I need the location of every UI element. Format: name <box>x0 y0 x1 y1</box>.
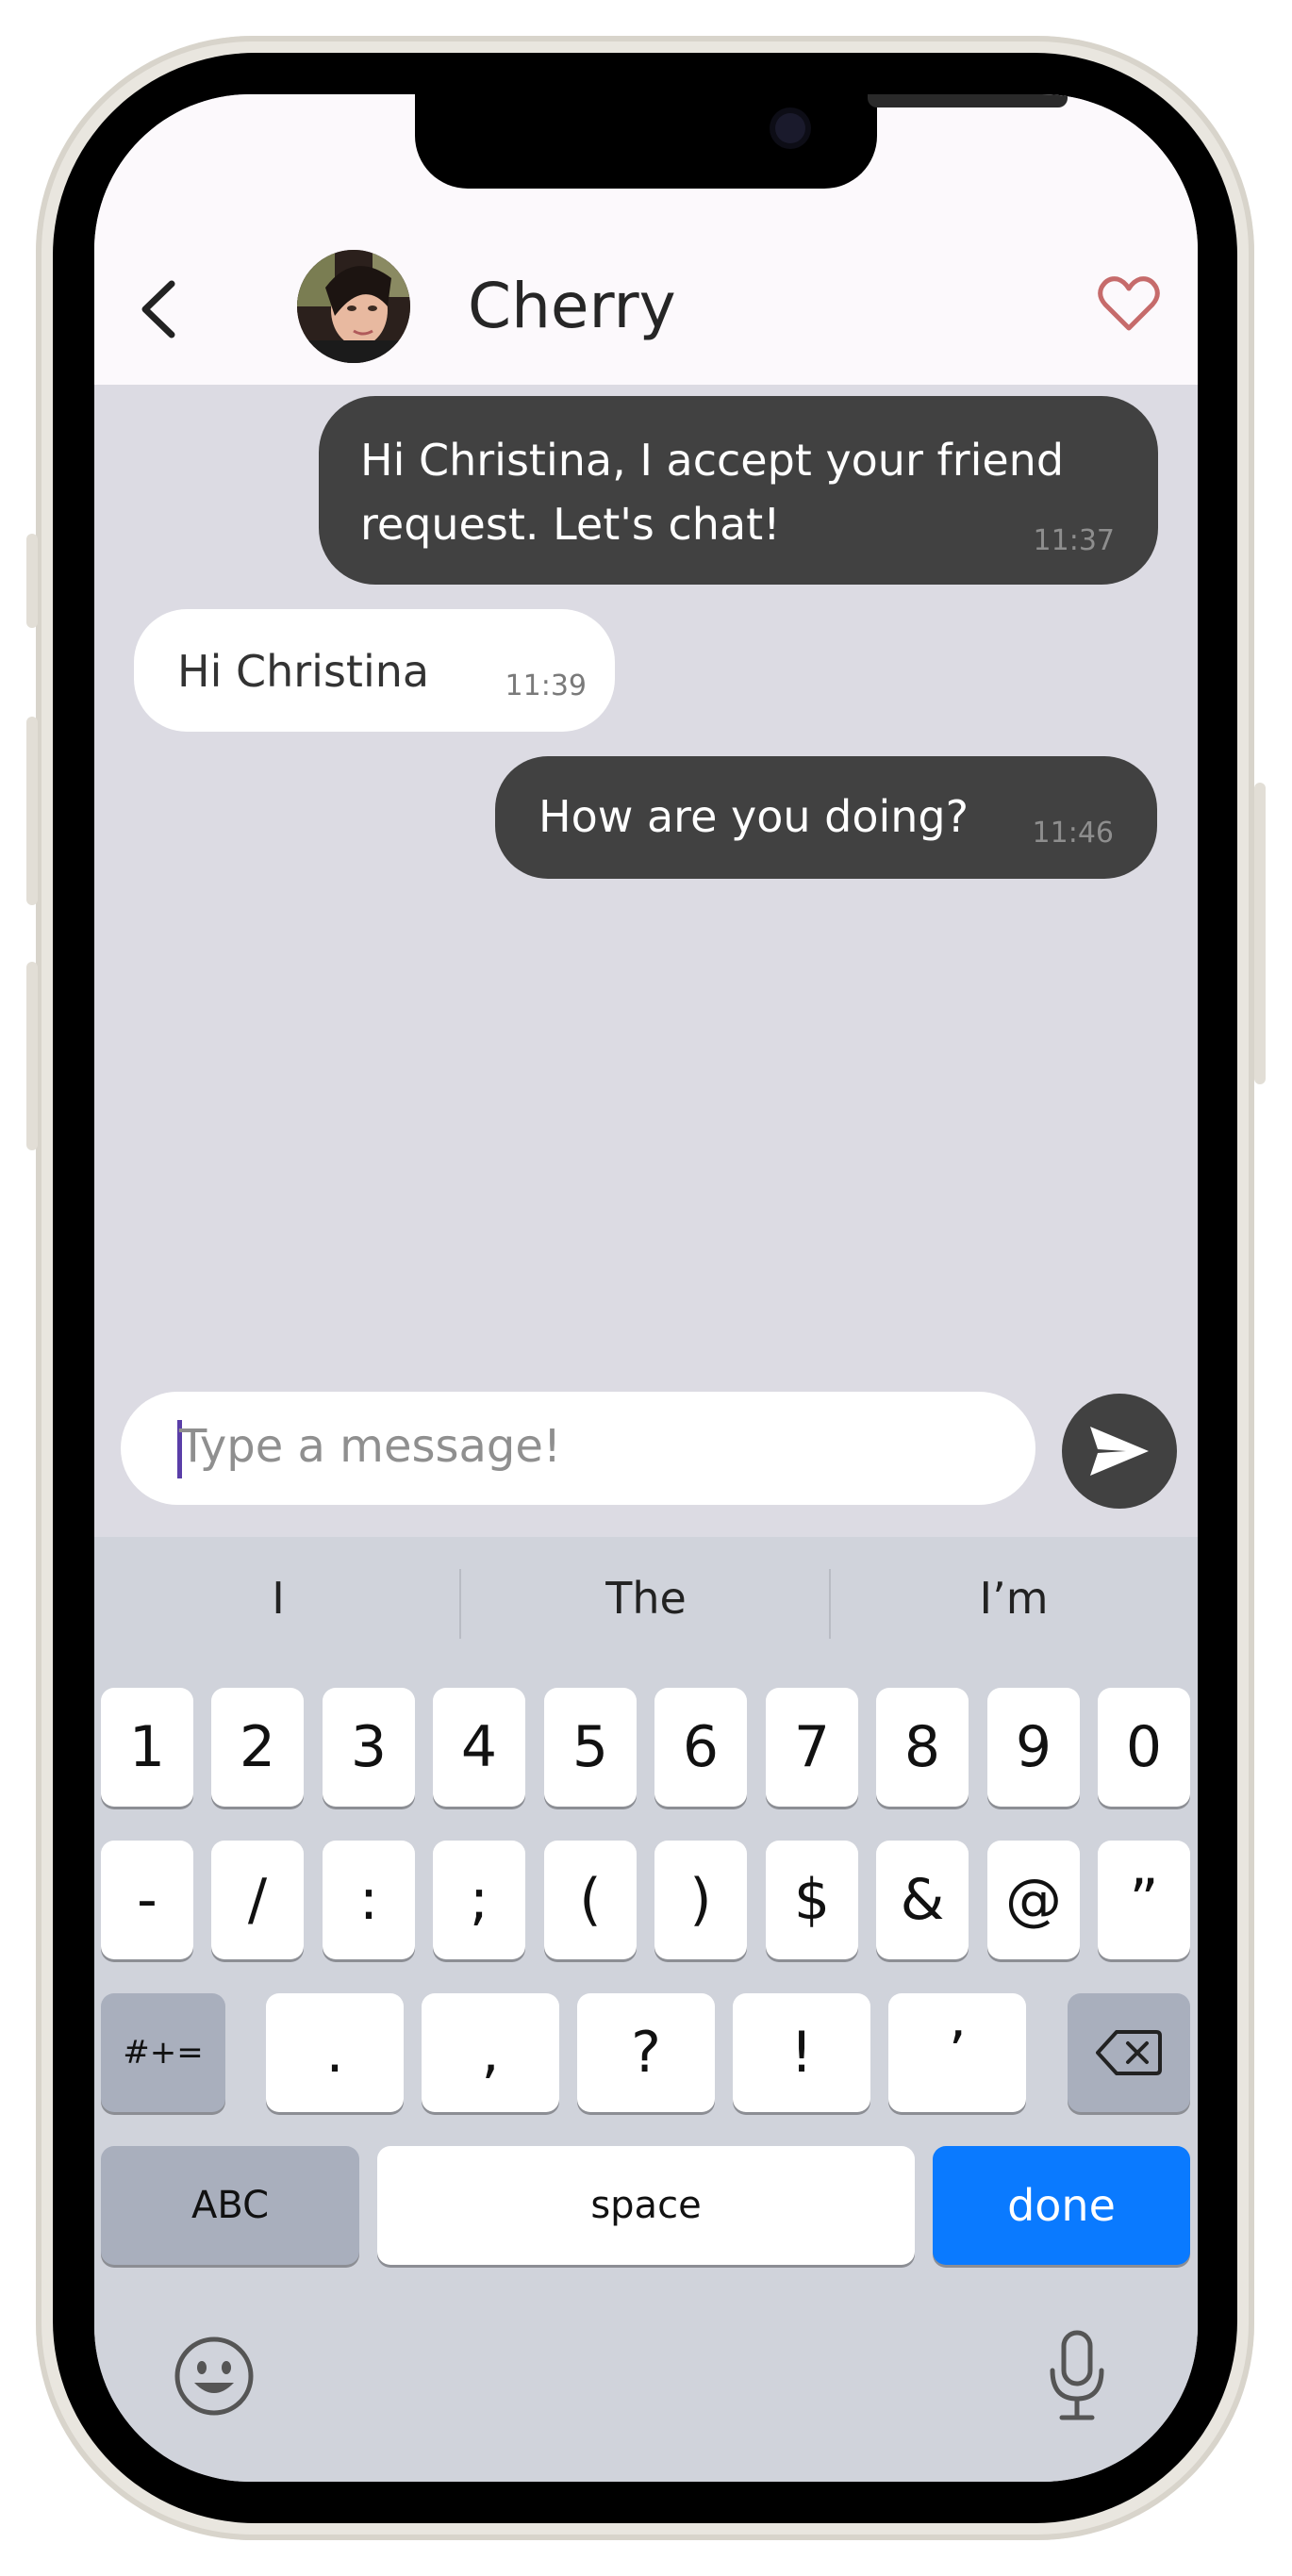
key[interactable]: , <box>422 1993 559 2112</box>
key[interactable]: ” <box>1098 1841 1190 1959</box>
message-input[interactable]: Type a message! <box>121 1392 1035 1505</box>
phone-screen: Cherry Hi Christina, I accept your frien… <box>94 94 1198 2482</box>
avatar[interactable] <box>297 250 410 363</box>
key[interactable]: 1 <box>101 1688 193 1807</box>
key[interactable]: 3 <box>323 1688 415 1807</box>
phone-volume-up-button <box>26 717 38 905</box>
emoji-button[interactable] <box>172 2334 257 2419</box>
key[interactable]: ( <box>544 1841 637 1959</box>
delete-key[interactable] <box>1068 1993 1190 2112</box>
send-button[interactable] <box>1062 1394 1177 1509</box>
phone-volume-down-button <box>26 962 38 1150</box>
symbols-toggle-key[interactable]: #+= <box>101 1993 225 2112</box>
message-text: request. Let's chat! <box>360 499 781 550</box>
suggestion-item[interactable]: I’m <box>830 1556 1198 1641</box>
chevron-left-icon <box>141 280 175 339</box>
done-key[interactable]: done <box>933 2146 1190 2265</box>
send-arrow-icon <box>1090 1427 1149 1476</box>
key[interactable]: ’ <box>888 1993 1026 2112</box>
key[interactable]: . <box>266 1993 404 2112</box>
back-button[interactable] <box>132 272 185 347</box>
key[interactable]: 0 <box>1098 1688 1190 1807</box>
key[interactable]: ? <box>577 1993 715 2112</box>
suggestion-divider <box>459 1569 461 1639</box>
key[interactable]: 7 <box>766 1688 858 1807</box>
key[interactable]: & <box>876 1841 969 1959</box>
microphone-button[interactable] <box>1047 2329 1107 2423</box>
key[interactable]: 6 <box>654 1688 747 1807</box>
message-bubble-outgoing[interactable]: How are you doing? 11:46 <box>495 756 1157 879</box>
key[interactable]: @ <box>987 1841 1080 1959</box>
phone-power-button <box>1254 783 1266 1084</box>
emoji-face-icon <box>174 2337 254 2416</box>
microphone-icon <box>1050 2330 1104 2420</box>
contact-name: Cherry <box>468 270 676 342</box>
space-key[interactable]: space <box>377 2146 915 2265</box>
key[interactable]: $ <box>766 1841 858 1959</box>
key[interactable]: ) <box>654 1841 747 1959</box>
key[interactable]: 8 <box>876 1688 969 1807</box>
key[interactable]: 2 <box>211 1688 304 1807</box>
phone-side-button <box>26 534 38 628</box>
front-camera <box>775 113 805 143</box>
suggestion-item[interactable]: I <box>94 1556 462 1641</box>
message-time: 11:37 <box>1033 524 1115 557</box>
suggestion-bar: I The I’m <box>94 1556 1198 1641</box>
message-list: Hi Christina, I accept your friend reque… <box>94 385 1198 1537</box>
favorite-button[interactable] <box>1098 273 1160 336</box>
heart-outline-icon <box>1098 276 1160 331</box>
key[interactable]: : <box>323 1841 415 1959</box>
phone-notch <box>415 94 1068 189</box>
key[interactable]: 4 <box>433 1688 525 1807</box>
message-input-placeholder: Type a message! <box>179 1420 562 1473</box>
key[interactable]: 5 <box>544 1688 637 1807</box>
key[interactable]: ! <box>733 1993 870 2112</box>
speaker-grille <box>868 94 1068 107</box>
cherry-avatar-photo <box>297 250 410 363</box>
keyboard: I The I’m 1 2 3 4 5 6 7 8 9 0 - / : ; ( … <box>94 1537 1198 2482</box>
key[interactable]: ; <box>433 1841 525 1959</box>
message-time: 11:46 <box>1032 817 1114 850</box>
message-text: Hi Christina, I accept your friend <box>360 435 1065 486</box>
key[interactable]: 9 <box>987 1688 1080 1807</box>
message-bubble-incoming[interactable]: Hi Christina 11:39 <box>134 609 615 732</box>
key[interactable]: / <box>211 1841 304 1959</box>
message-text: Hi Christina <box>177 646 430 697</box>
message-time: 11:39 <box>505 669 587 702</box>
abc-key[interactable]: ABC <box>101 2146 359 2265</box>
message-text: How are you doing? <box>538 791 969 842</box>
message-bubble-outgoing[interactable]: Hi Christina, I accept your friend reque… <box>319 396 1158 585</box>
backspace-icon <box>1096 2030 1162 2075</box>
suggestion-item[interactable]: The <box>462 1556 830 1641</box>
key[interactable]: - <box>101 1841 193 1959</box>
